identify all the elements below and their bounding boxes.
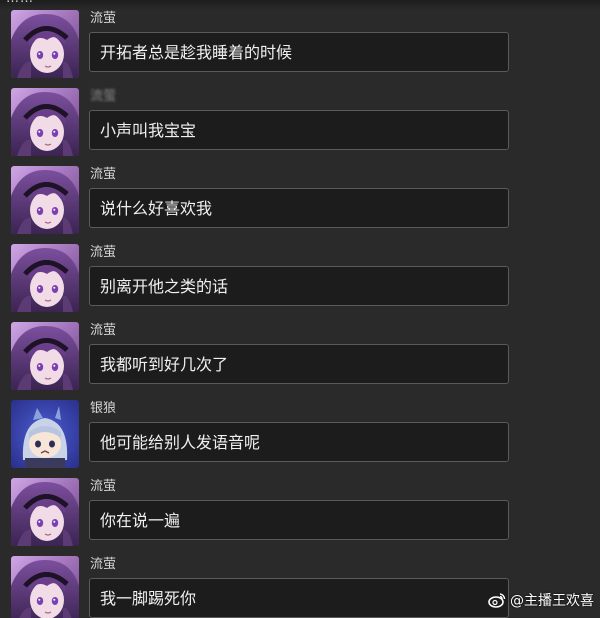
message-text: 开拓者总是趁我睡着的时候: [100, 43, 293, 62]
firefly-avatar[interactable]: [11, 244, 79, 312]
silverwolf-avatar[interactable]: [11, 400, 79, 468]
message-bubble[interactable]: 我一脚踢死你: [89, 578, 509, 618]
firefly-avatar[interactable]: [11, 166, 79, 234]
message-bubble[interactable]: 开拓者总是趁我睡着的时候: [89, 32, 509, 72]
message-bubble[interactable]: 他可能给别人发语音呢: [89, 422, 509, 462]
sender-name: 流萤: [90, 89, 117, 104]
watermark-text: @主播王欢喜: [510, 593, 594, 609]
sender-name: 流萤: [90, 245, 117, 260]
sender-name: 流萤: [90, 167, 117, 182]
sender-name: 流萤: [90, 479, 117, 494]
message-row[interactable]: 流萤小声叫我宝宝: [0, 88, 600, 166]
message-bubble[interactable]: 小声叫我宝宝: [89, 110, 509, 150]
message-row[interactable]: 流萤开拓者总是趁我睡着的时候: [0, 10, 600, 88]
message-bubble[interactable]: 你在说一遍: [89, 500, 509, 540]
firefly-avatar[interactable]: [11, 478, 79, 546]
message-row[interactable]: 流萤说什么好喜欢我: [0, 166, 600, 244]
sender-name: 流萤: [90, 323, 117, 338]
sender-name: 流萤: [90, 11, 117, 26]
top-fade: ……: [0, 0, 600, 10]
firefly-avatar[interactable]: [11, 88, 79, 156]
message-text: 别离开他之类的话: [100, 277, 229, 296]
message-text: 我一脚踢死你: [100, 589, 197, 608]
firefly-avatar[interactable]: [11, 10, 79, 78]
message-bubble[interactable]: 别离开他之类的话: [89, 266, 509, 306]
message-bubble[interactable]: 我都听到好几次了: [89, 344, 509, 384]
message-text: 说什么好喜欢我: [100, 199, 213, 218]
message-row[interactable]: 银狼他可能给别人发语音呢: [0, 400, 600, 478]
message-text: 我都听到好几次了: [100, 355, 229, 374]
firefly-avatar[interactable]: [11, 556, 79, 618]
weibo-icon: [488, 592, 506, 608]
sender-name: 银狼: [90, 401, 117, 416]
message-text: 他可能给别人发语音呢: [100, 433, 261, 452]
message-row[interactable]: 流萤你在说一遍: [0, 478, 600, 556]
message-row[interactable]: 流萤我都听到好几次了: [0, 322, 600, 400]
firefly-avatar[interactable]: [11, 322, 79, 390]
sender-name: 流萤: [90, 557, 117, 572]
message-text: 你在说一遍: [100, 511, 181, 530]
top-partial-text: ……: [6, 0, 34, 6]
message-bubble[interactable]: 说什么好喜欢我: [89, 188, 509, 228]
message-row[interactable]: 流萤别离开他之类的话: [0, 244, 600, 322]
chat-screen: …… 流萤开拓者总是趁我睡着的时候: [0, 0, 600, 618]
message-text: 小声叫我宝宝: [100, 121, 197, 140]
watermark: @主播王欢喜: [488, 590, 594, 610]
